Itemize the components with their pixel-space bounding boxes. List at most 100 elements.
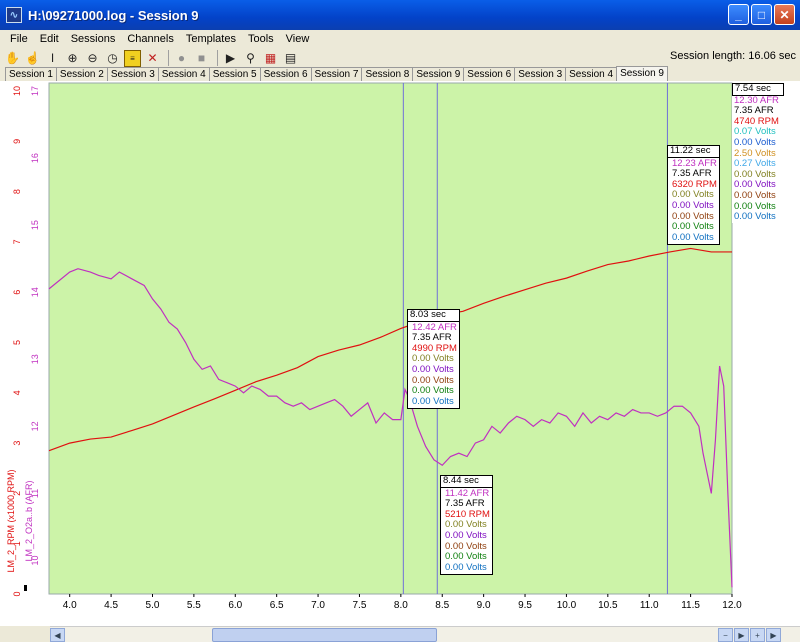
rpm-tick-label: 6 <box>12 290 22 295</box>
menu-sessions[interactable]: Sessions <box>65 33 122 45</box>
pointer-hand-icon[interactable]: ☝ <box>24 50 41 67</box>
record-icon[interactable]: ● <box>173 50 190 67</box>
scroll-right-button[interactable]: ▶ <box>734 628 749 642</box>
menu-view[interactable]: View <box>280 33 316 45</box>
x-tick-label: 8.5 <box>435 600 449 611</box>
rpm-tick-label: 0 <box>12 591 22 596</box>
menu-bar: File Edit Sessions Channels Templates To… <box>0 30 800 48</box>
maximize-button[interactable]: □ <box>751 4 772 25</box>
x-tick-label: 4.5 <box>104 600 118 611</box>
minimize-button[interactable]: _ <box>728 4 749 25</box>
x-tick-label: 9.0 <box>477 600 491 611</box>
cursor-tooltip: 11.22 sec 12.23 AFR 7.35 AFR 6320 RPM 0.00 V… <box>667 145 720 246</box>
tooltip-value: 0.00 Volts <box>412 395 454 407</box>
rpm-tick-label: 8 <box>12 189 22 194</box>
rpm-tick-label: 3 <box>12 441 22 446</box>
table-icon[interactable]: ▤ <box>282 50 299 67</box>
scroll-thumb[interactable] <box>212 628 437 642</box>
rpm-axis-title: LM_2_RPM (x1000 RPM) <box>6 469 16 572</box>
tooltip-value: 0.00 Volts <box>672 199 714 211</box>
x-tick-label: 6.5 <box>270 600 284 611</box>
stop-icon[interactable]: ■ <box>193 50 210 67</box>
zoom-in-icon[interactable]: ⊕ <box>64 50 81 67</box>
binoculars-icon[interactable]: ⚲ <box>242 50 259 67</box>
notes-icon[interactable]: ≡ <box>124 49 141 67</box>
scroll-end-button[interactable]: ▶ <box>766 628 781 642</box>
x-tick-label: 11.0 <box>640 600 659 611</box>
menu-edit[interactable]: Edit <box>34 33 65 45</box>
x-tick-label: 10.0 <box>557 600 577 611</box>
tab-session[interactable]: Session 5 <box>208 67 261 82</box>
x-tick-label: 5.0 <box>146 600 160 611</box>
x-tick-label: 6.0 <box>228 600 242 611</box>
play-icon[interactable]: ▶ <box>222 50 239 67</box>
tab-session[interactable]: Session 3 <box>514 67 567 82</box>
clock-icon[interactable]: ◷ <box>104 50 121 67</box>
tab-session[interactable]: Session 8 <box>361 67 414 82</box>
menu-channels[interactable]: Channels <box>121 33 179 45</box>
afr-tick-label: 12 <box>30 421 40 431</box>
tooltip-time: 11.22 sec <box>668 145 719 158</box>
plot-area[interactable] <box>48 82 733 595</box>
tab-session[interactable]: Session 9 <box>616 66 668 82</box>
tooltip-value: 0.00 Volts <box>445 529 487 541</box>
afr-tick-label: 14 <box>30 287 40 297</box>
tab-session[interactable]: Session 3 <box>106 67 159 82</box>
legend-value: 0.00 Volts <box>734 211 776 223</box>
hand-icon[interactable]: ✋ <box>4 50 21 67</box>
afr-tick-label: 17 <box>30 86 40 96</box>
zoom-out-icon[interactable]: ⊖ <box>84 50 101 67</box>
x-tick-label: 11.5 <box>681 600 700 611</box>
axis-marker <box>24 585 27 591</box>
menu-templates[interactable]: Templates <box>180 33 242 45</box>
close-button[interactable]: ✕ <box>774 4 795 25</box>
rpm-tick-label: 5 <box>12 340 22 345</box>
horizontal-scrollbar[interactable]: ◀ − ▶ + ▶ <box>50 626 800 642</box>
x-tick-label: 5.5 <box>187 600 201 611</box>
x-tick-label: 10.5 <box>598 600 618 611</box>
menu-file[interactable]: File <box>4 33 34 45</box>
x-tick-label: 7.5 <box>353 600 367 611</box>
text-cursor-icon[interactable]: I <box>44 50 61 67</box>
tab-session[interactable]: Session 9 <box>412 67 465 82</box>
menu-tools[interactable]: Tools <box>242 33 280 45</box>
tab-session[interactable]: Session 4 <box>157 67 210 82</box>
tooltip-value: 0.00 Volts <box>412 363 454 375</box>
app-icon: ∿ <box>6 7 22 23</box>
tab-session[interactable]: Session 6 <box>463 67 516 82</box>
legend-value: 0.00 Volts <box>734 189 776 201</box>
value-legend: 7.54 sec 12.30 AFR 7.35 AFR 4740 RPM 0.07 V… <box>732 83 794 223</box>
scroll-left-button[interactable]: ◀ <box>50 628 65 642</box>
zoom-minus-button[interactable]: − <box>718 628 733 642</box>
cross-icon[interactable]: ✕ <box>144 50 161 67</box>
tab-session[interactable]: Session 7 <box>310 67 363 82</box>
tooltip-time: 8.44 sec <box>441 475 492 488</box>
rpm-tick-label: 10 <box>12 86 22 96</box>
rpm-tick-label: 4 <box>12 390 22 395</box>
x-tick-label: 12.0 <box>722 600 742 611</box>
cursor-tooltip: 8.03 sec 12.42 AFR 7.35 AFR 4990 RPM 0.00 Vo… <box>407 309 460 410</box>
rpm-tick-label: 9 <box>12 139 22 144</box>
window-title: H:\09271000.log - Session 9 <box>28 7 199 23</box>
tooltip-time: 8.03 sec <box>408 309 459 322</box>
x-tick-label: 7.0 <box>311 600 325 611</box>
afr-tick-label: 13 <box>30 354 40 364</box>
session-tabs: Session 1 Session 2 Session 3 Session 4 Sess… <box>5 66 668 82</box>
afr-axis-title: LM_2_O2a..b (AFR) <box>24 480 34 561</box>
zoom-plus-button[interactable]: + <box>750 628 765 642</box>
x-tick-label: 4.0 <box>63 600 77 611</box>
graph-icon[interactable]: ▦ <box>262 50 279 67</box>
session-length: Session length: 16.06 sec <box>670 50 796 62</box>
afr-tick-label: 15 <box>30 220 40 230</box>
tab-session[interactable]: Session 2 <box>55 67 108 82</box>
afr-tick-label: 16 <box>30 153 40 163</box>
tab-session[interactable]: Session 1 <box>5 67 57 82</box>
x-tick-label: 8.0 <box>394 600 408 611</box>
tooltip-value: 0.00 Volts <box>445 561 487 573</box>
x-tick-label: 9.5 <box>518 600 532 611</box>
tab-session[interactable]: Session 6 <box>259 67 312 82</box>
legend-time: 7.54 sec <box>732 83 784 96</box>
tab-session[interactable]: Session 4 <box>565 67 618 82</box>
title-bar: ∿ H:\09271000.log - Session 9 _ □ ✕ <box>0 0 800 30</box>
legend-value: 0.00 Volts <box>734 136 776 148</box>
